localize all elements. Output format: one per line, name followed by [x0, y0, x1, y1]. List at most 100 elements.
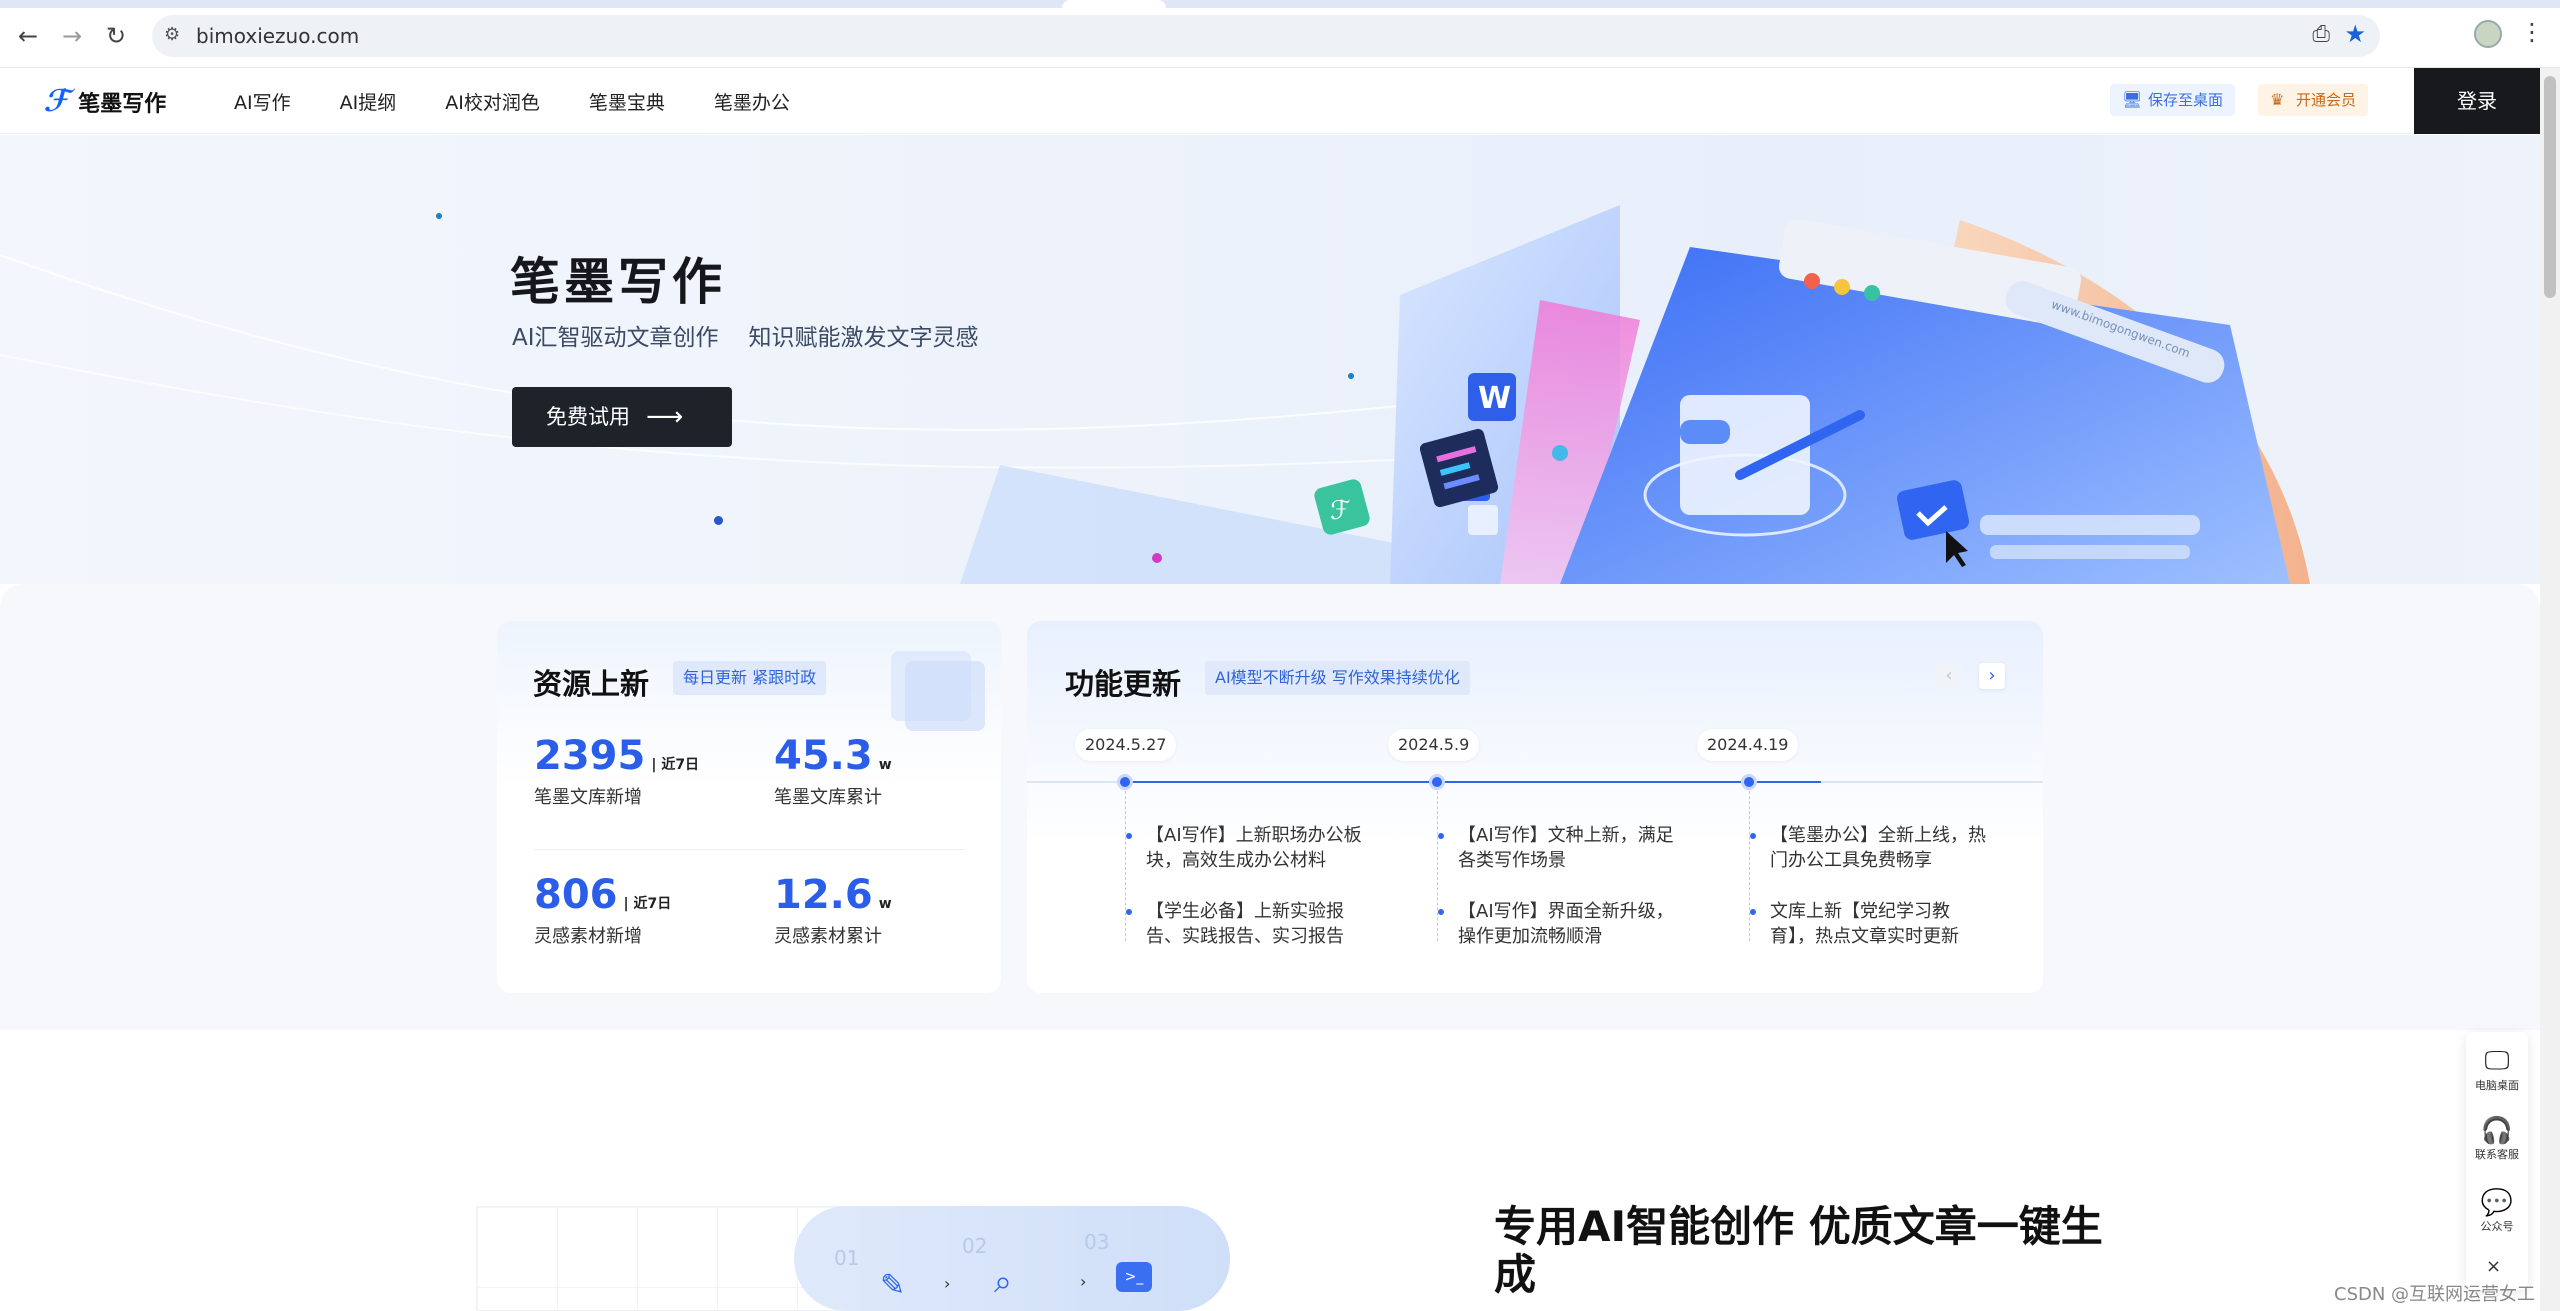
features-title: 功能更新 — [1065, 667, 1182, 701]
logo-text: 笔墨写作 — [78, 91, 167, 117]
hero-banner: www.bimogongwen.com W ℱ — [0, 135, 2540, 584]
back-icon[interactable]: ← — [14, 22, 42, 50]
watermark-text: CSDN @互联网运营女工 — [2334, 1284, 2536, 1305]
carousel-next-button[interactable]: › — [1979, 663, 2005, 689]
stat-label: 灵感素材新增 — [534, 926, 642, 947]
stat-label: 笔墨文库新增 — [534, 787, 642, 808]
timeline-connector — [1125, 791, 1126, 941]
decor-dot — [436, 213, 442, 219]
stat-unit: | 近7日 — [651, 757, 700, 773]
menu-kebab-icon[interactable]: ⋮ — [2520, 18, 2544, 46]
step-number: 01 — [834, 1246, 860, 1270]
timeline-item: 文库上新【党纪学习教育】，热点文章实时更新 — [1750, 899, 1990, 949]
timeline-item: 【AI写作】上新职场办公板块，高效生成办公材料 — [1126, 823, 1366, 873]
hero-subtitle: AI汇智驱动文章创作 知识赋能激发文字灵感 — [512, 318, 979, 352]
sidebar-wechat[interactable]: 💬 公众号 — [2466, 1188, 2528, 1234]
site-logo[interactable]: ℱ 笔墨写作 — [41, 84, 167, 119]
floating-sidebar: 🖵 电脑桌面 🎧 联系客服 💬 公众号 — [2466, 1032, 2528, 1290]
timeline-connector — [1749, 791, 1750, 941]
step-arrow-icon: › — [1080, 1272, 1087, 1291]
free-trial-label: 免费试用 — [546, 405, 630, 429]
nav-bimo-library[interactable]: 笔墨宝典 — [589, 88, 665, 115]
step-arrow-icon: › — [944, 1274, 951, 1293]
stat-value: 2395 — [534, 733, 646, 779]
address-bar[interactable]: ⚙ bimoxiezuo.com ⎙ ★ — [152, 15, 2380, 57]
forward-icon[interactable]: → — [58, 22, 86, 50]
stat-unit: w — [878, 757, 892, 773]
stat-material-new: 806 | 近7日 灵感素材新增 — [534, 872, 671, 948]
decor-dot — [1348, 373, 1354, 379]
decor-dot — [1552, 445, 1568, 461]
hero-illustration: www.bimogongwen.com W ℱ — [0, 205, 2310, 584]
desktop-icon: 🖵 — [2484, 1046, 2510, 1076]
terminal-icon: >_ — [1116, 1262, 1152, 1292]
long-arrow-right-icon: ⟶ — [646, 402, 684, 432]
steps-pill: 01 02 03 ✎ › ⌕ › >_ — [794, 1206, 1230, 1311]
nav-ai-outline[interactable]: AI提纲 — [340, 88, 397, 115]
features-tag: AI模型不断升级 写作效果持续优化 — [1205, 661, 1470, 695]
nav-ai-proofread[interactable]: AI校对润色 — [445, 88, 540, 115]
timeline-node — [1429, 774, 1445, 790]
stat-value: 45.3 — [774, 733, 873, 779]
resources-card: 资源上新 每日更新 紧跟时政 2395 | 近7日 笔墨文库新增 45.3 w 笔墨… — [497, 621, 1001, 993]
sidebar-label: 联系客服 — [2475, 1148, 2519, 1161]
hero-title: 笔墨写作 — [510, 253, 726, 311]
stat-value: 806 — [534, 872, 618, 918]
hero-subtitle-2: 知识赋能激发文字灵感 — [748, 325, 979, 351]
resources-tag: 每日更新 紧跟时政 — [673, 661, 827, 695]
login-button[interactable]: 登录 — [2414, 68, 2540, 134]
save-to-desktop-label: 保存至桌面 — [2148, 91, 2224, 109]
headset-icon: 🎧 — [2480, 1116, 2514, 1146]
hero-subtitle-1: AI汇智驱动文章创作 — [512, 325, 719, 351]
sidebar-close-icon[interactable]: × — [2486, 1256, 2501, 1277]
decor-dot — [1152, 553, 1162, 563]
timeline-connector — [1437, 791, 1438, 941]
step-number: 03 — [1084, 1230, 1110, 1254]
sidebar-support[interactable]: 🎧 联系客服 — [2466, 1116, 2528, 1162]
install-app-icon[interactable]: ⎙ — [2312, 22, 2330, 47]
timeline-item: 【AI写作】界面全新升级，操作更加流畅顺滑 — [1438, 899, 1678, 949]
profile-avatar[interactable] — [2474, 20, 2502, 48]
site-header: ℱ 笔墨写作 AI写作 AI提纲 AI校对润色 笔墨宝典 笔墨办公 🖥 保存至桌… — [0, 68, 2540, 134]
carousel-prev-button[interactable]: ‹ — [1936, 663, 1962, 689]
timeline-item: 【AI写作】文种上新，满足各类写作场景 — [1438, 823, 1678, 873]
search-icon: ⌕ — [994, 1262, 1012, 1300]
scrollbar-thumb[interactable] — [2544, 76, 2556, 298]
step-number: 02 — [962, 1234, 988, 1258]
main-nav: AI写作 AI提纲 AI校对润色 笔墨宝典 笔墨办公 — [234, 88, 839, 115]
bookmark-star-icon[interactable]: ★ — [2344, 20, 2366, 48]
feather-logo-icon: ℱ — [41, 84, 75, 119]
wechat-icon: 💬 — [2480, 1188, 2514, 1218]
monitor-icon: 🖥 — [2122, 90, 2143, 109]
stat-label: 灵感素材累计 — [774, 926, 882, 947]
free-trial-button[interactable]: 免费试用 ⟶ — [512, 387, 732, 447]
timeline-node — [1741, 774, 1757, 790]
timeline-item: 【学生必备】上新实验报告、实践报告、实习报告 — [1126, 899, 1366, 949]
save-to-desktop-button[interactable]: 🖥 保存至桌面 — [2110, 84, 2236, 116]
reload-icon[interactable]: ↻ — [102, 22, 130, 50]
nav-bimo-office[interactable]: 笔墨办公 — [714, 88, 790, 115]
site-info-icon[interactable]: ⚙ — [164, 24, 180, 45]
sidebar-desktop[interactable]: 🖵 电脑桌面 — [2466, 1046, 2528, 1093]
stat-library-total: 45.3 w 笔墨文库累计 — [774, 733, 892, 809]
browser-chrome: ← → ↻ ⚙ bimoxiezuo.com ⎙ ★ ⋮ — [0, 0, 2560, 68]
timeline-item: 【笔墨办公】全新上线，热门办公工具免费畅享 — [1750, 823, 1990, 873]
stat-unit: | 近7日 — [623, 896, 672, 912]
sidebar-label: 电脑桌面 — [2475, 1079, 2519, 1092]
stat-library-new: 2395 | 近7日 笔墨文库新增 — [534, 733, 699, 809]
crown-icon: ♛ — [2270, 90, 2285, 109]
stat-divider — [534, 849, 966, 850]
timeline-date: 2024.5.27 — [1075, 729, 1177, 761]
timeline-node — [1117, 774, 1133, 790]
url-text: bimoxiezuo.com — [196, 24, 360, 48]
timeline-progress — [1125, 781, 1821, 783]
stat-value: 12.6 — [774, 872, 873, 918]
stat-material-total: 12.6 w 灵感素材累计 — [774, 872, 892, 948]
decor-dot — [714, 516, 723, 525]
timeline-date: 2024.5.9 — [1388, 729, 1480, 761]
features-card: 功能更新 AI模型不断升级 写作效果持续优化 ‹ › 2024.5.27 【AI… — [1027, 621, 2043, 993]
nav-ai-writing[interactable]: AI写作 — [234, 88, 291, 115]
sidebar-label: 公众号 — [2480, 1220, 2514, 1233]
vip-button[interactable]: ♛ 开通会员 — [2258, 84, 2369, 116]
svg-text:ℱ: ℱ — [1330, 496, 1350, 526]
